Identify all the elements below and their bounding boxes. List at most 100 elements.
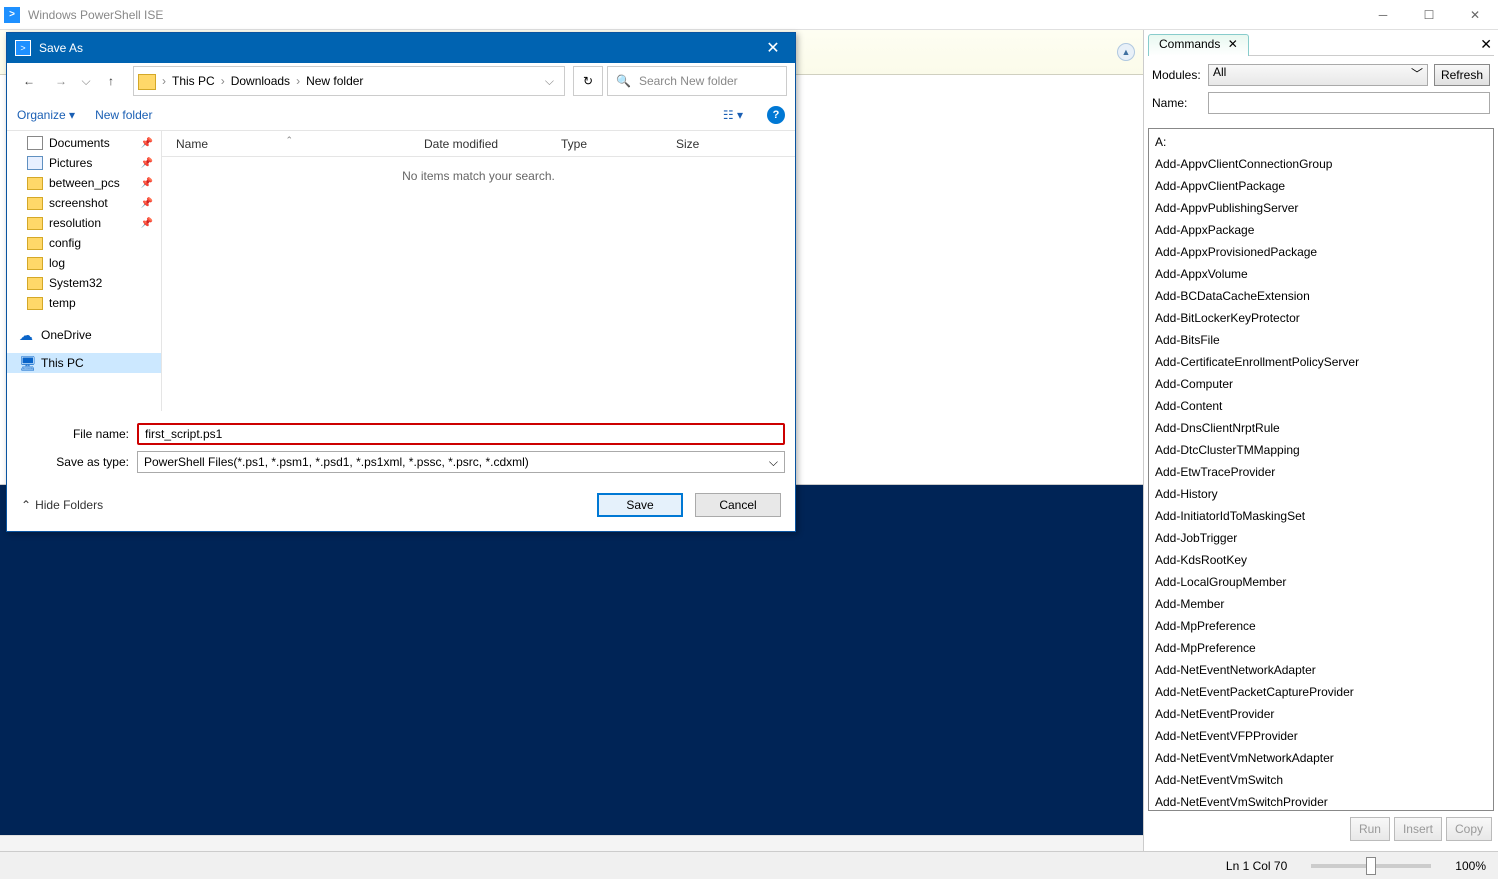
cancel-button[interactable]: Cancel xyxy=(695,493,781,517)
command-item[interactable]: Add-NetEventVFPProvider xyxy=(1149,725,1493,747)
zoom-label: 100% xyxy=(1455,859,1486,873)
command-item[interactable]: Add-AppxPackage xyxy=(1149,219,1493,241)
tree-item[interactable]: Pictures📌 xyxy=(7,153,161,173)
chevron-down-icon[interactable]: ⌵ xyxy=(539,74,560,89)
command-item[interactable]: Add-BCDataCacheExtension xyxy=(1149,285,1493,307)
command-item[interactable]: Add-EtwTraceProvider xyxy=(1149,461,1493,483)
hide-folders-toggle[interactable]: ⌃ Hide Folders xyxy=(21,498,103,512)
modules-select[interactable]: All ﹀ xyxy=(1208,64,1428,86)
pin-icon: 📌 xyxy=(141,138,153,149)
tree-item[interactable]: Documents📌 xyxy=(7,133,161,153)
nav-back-button[interactable]: ← xyxy=(15,67,43,95)
column-size[interactable]: Size xyxy=(662,137,742,151)
tree-item-label: resolution xyxy=(49,216,101,230)
folder-icon xyxy=(27,196,43,210)
command-item[interactable]: Add-LocalGroupMember xyxy=(1149,571,1493,593)
nav-recent-icon[interactable]: ⌵ xyxy=(79,67,93,95)
breadcrumb-seg[interactable]: Downloads xyxy=(227,74,294,88)
command-item[interactable]: Add-NetEventVmSwitch xyxy=(1149,769,1493,791)
command-item[interactable]: Add-BitsFile xyxy=(1149,329,1493,351)
breadcrumb[interactable]: › This PC › Downloads › New folder ⌵ xyxy=(133,66,565,96)
command-item[interactable]: Add-MpPreference xyxy=(1149,615,1493,637)
tab-label: Commands xyxy=(1159,37,1220,51)
tree-item[interactable]: System32 xyxy=(7,273,161,293)
command-item[interactable]: Add-Computer xyxy=(1149,373,1493,395)
navigation-tree[interactable]: Documents📌Pictures📌between_pcs📌screensho… xyxy=(7,131,162,411)
caret-position: Ln 1 Col 70 xyxy=(1226,859,1287,873)
nav-forward-button[interactable]: → xyxy=(47,67,75,95)
save-button[interactable]: Save xyxy=(597,493,683,517)
view-options-button[interactable]: ☷ ▾ xyxy=(719,106,747,124)
tab-close-icon[interactable]: ✕ xyxy=(1228,37,1238,51)
savetype-select[interactable]: PowerShell Files(*.ps1, *.psm1, *.psd1, … xyxy=(137,451,785,473)
commands-list[interactable]: A:Add-AppvClientConnectionGroupAdd-AppvC… xyxy=(1148,128,1494,811)
name-filter-input[interactable] xyxy=(1208,92,1490,114)
dialog-titlebar[interactable]: Save As ✕ xyxy=(7,33,795,63)
zoom-thumb[interactable] xyxy=(1366,857,1376,875)
breadcrumb-seg[interactable]: New folder xyxy=(302,74,367,88)
command-item[interactable]: Add-AppvClientConnectionGroup xyxy=(1149,153,1493,175)
command-item[interactable]: Add-Member xyxy=(1149,593,1493,615)
command-item[interactable]: Add-AppxProvisionedPackage xyxy=(1149,241,1493,263)
tree-item[interactable]: between_pcs📌 xyxy=(7,173,161,193)
toolbar-scroll-up-icon[interactable]: ▲ xyxy=(1117,43,1135,61)
command-item[interactable]: Add-NetEventProvider xyxy=(1149,703,1493,725)
tree-item[interactable]: temp xyxy=(7,293,161,313)
tree-item-label: screenshot xyxy=(49,196,108,210)
command-item[interactable]: Add-History xyxy=(1149,483,1493,505)
breadcrumb-seg[interactable]: This PC xyxy=(168,74,219,88)
run-button[interactable]: Run xyxy=(1350,817,1390,841)
file-list[interactable]: ⌃Name Date modified Type Size No items m… xyxy=(162,131,795,411)
command-item[interactable]: Add-KdsRootKey xyxy=(1149,549,1493,571)
organize-menu[interactable]: Organize ▾ xyxy=(17,108,75,122)
command-item[interactable]: Add-AppvClientPackage xyxy=(1149,175,1493,197)
doc-icon xyxy=(27,136,43,150)
minimize-button[interactable]: ─ xyxy=(1360,0,1406,30)
pin-icon: 📌 xyxy=(141,178,153,189)
tree-item[interactable]: log xyxy=(7,253,161,273)
horizontal-scrollbar[interactable] xyxy=(0,835,1143,851)
tree-item[interactable]: ☁OneDrive xyxy=(7,325,161,345)
insert-button[interactable]: Insert xyxy=(1394,817,1442,841)
refresh-location-button[interactable]: ↻ xyxy=(573,66,603,96)
zoom-slider[interactable] xyxy=(1311,864,1431,868)
command-item[interactable]: Add-NetEventPacketCaptureProvider xyxy=(1149,681,1493,703)
help-button[interactable]: ? xyxy=(767,106,785,124)
command-item[interactable]: Add-InitiatorIdToMaskingSet xyxy=(1149,505,1493,527)
command-item[interactable]: Add-BitLockerKeyProtector xyxy=(1149,307,1493,329)
command-item[interactable]: A: xyxy=(1149,131,1493,153)
command-item[interactable]: Add-AppxVolume xyxy=(1149,263,1493,285)
command-item[interactable]: Add-DnsClientNrptRule xyxy=(1149,417,1493,439)
command-item[interactable]: Add-NetEventNetworkAdapter xyxy=(1149,659,1493,681)
column-name[interactable]: ⌃Name xyxy=(162,137,410,151)
tree-item[interactable]: screenshot📌 xyxy=(7,193,161,213)
tree-item[interactable]: config xyxy=(7,233,161,253)
filename-input[interactable] xyxy=(145,425,777,443)
command-item[interactable]: Add-JobTrigger xyxy=(1149,527,1493,549)
maximize-button[interactable]: ☐ xyxy=(1406,0,1452,30)
close-button[interactable]: ✕ xyxy=(1452,0,1498,30)
command-item[interactable]: Add-DtcClusterTMMapping xyxy=(1149,439,1493,461)
refresh-button[interactable]: Refresh xyxy=(1434,64,1490,86)
search-input[interactable]: 🔍 Search New folder xyxy=(607,66,787,96)
command-item[interactable]: Add-MpPreference xyxy=(1149,637,1493,659)
tree-item[interactable]: resolution📌 xyxy=(7,213,161,233)
new-folder-button[interactable]: New folder xyxy=(95,108,152,122)
panel-close-icon[interactable]: ✕ xyxy=(1480,36,1492,53)
dialog-close-button[interactable]: ✕ xyxy=(751,33,795,63)
command-item[interactable]: Add-NetEventVmSwitchProvider xyxy=(1149,791,1493,811)
column-type[interactable]: Type xyxy=(547,137,662,151)
sort-indicator-icon: ⌃ xyxy=(286,135,294,146)
tree-item-label: System32 xyxy=(49,276,102,290)
tab-commands[interactable]: Commands ✕ xyxy=(1148,34,1249,56)
console-pane[interactable] xyxy=(0,485,1143,835)
column-date[interactable]: Date modified xyxy=(410,137,547,151)
command-item[interactable]: Add-CertificateEnrollmentPolicyServer xyxy=(1149,351,1493,373)
tree-item[interactable]: 🖥This PC xyxy=(7,353,161,373)
search-icon: 🔍 xyxy=(616,74,631,88)
copy-button[interactable]: Copy xyxy=(1446,817,1492,841)
command-item[interactable]: Add-Content xyxy=(1149,395,1493,417)
command-item[interactable]: Add-NetEventVmNetworkAdapter xyxy=(1149,747,1493,769)
nav-up-button[interactable]: ↑ xyxy=(97,67,125,95)
command-item[interactable]: Add-AppvPublishingServer xyxy=(1149,197,1493,219)
